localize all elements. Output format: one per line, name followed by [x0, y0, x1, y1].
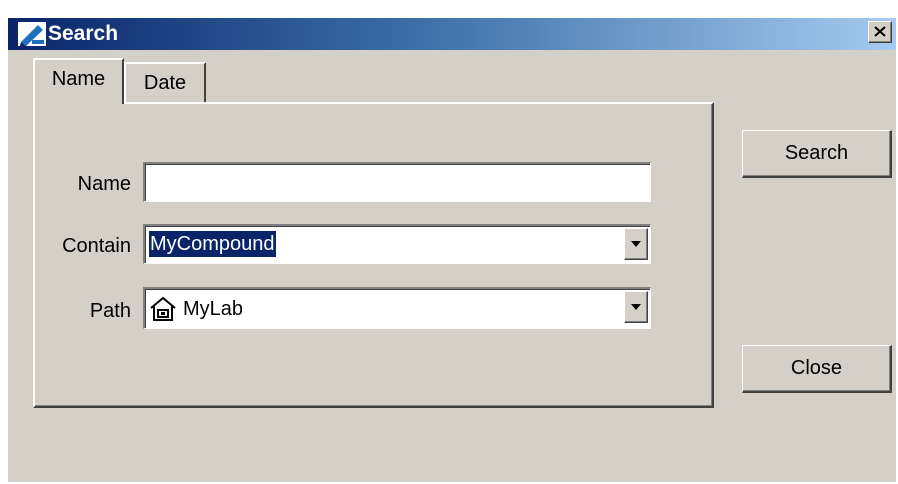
chevron-down-icon — [631, 241, 641, 247]
contain-combobox[interactable]: MyCompound — [143, 224, 651, 264]
path-value: MyLab — [183, 298, 244, 320]
close-button[interactable]: Close — [742, 345, 892, 393]
tab-panel: Name Contain MyCompound Path MyLab — [33, 102, 714, 408]
search-button[interactable]: Search — [742, 130, 892, 178]
name-input[interactable] — [143, 162, 651, 202]
contain-dropdown-button[interactable] — [624, 228, 648, 260]
window-title: Search — [48, 22, 119, 45]
home-folder-icon — [150, 296, 176, 321]
path-dropdown-button[interactable] — [624, 291, 648, 323]
tab-name[interactable]: Name — [33, 58, 124, 104]
search-dialog: Search Name Date Name Contain MyCompound… — [8, 18, 896, 482]
tab-date-label: Date — [143, 72, 187, 94]
title-bar[interactable]: Search — [8, 18, 896, 50]
chevron-down-icon — [631, 304, 641, 310]
contain-label: Contain — [62, 235, 131, 257]
pencil-app-icon — [18, 22, 46, 46]
tab-name-label: Name — [51, 68, 106, 90]
path-combobox[interactable]: MyLab — [143, 287, 651, 329]
close-window-button[interactable] — [868, 21, 892, 43]
contain-value: MyCompound — [149, 231, 276, 257]
close-x-icon — [874, 26, 886, 37]
path-label: Path — [89, 300, 131, 322]
tab-date[interactable]: Date — [124, 62, 206, 103]
name-label: Name — [77, 173, 131, 195]
